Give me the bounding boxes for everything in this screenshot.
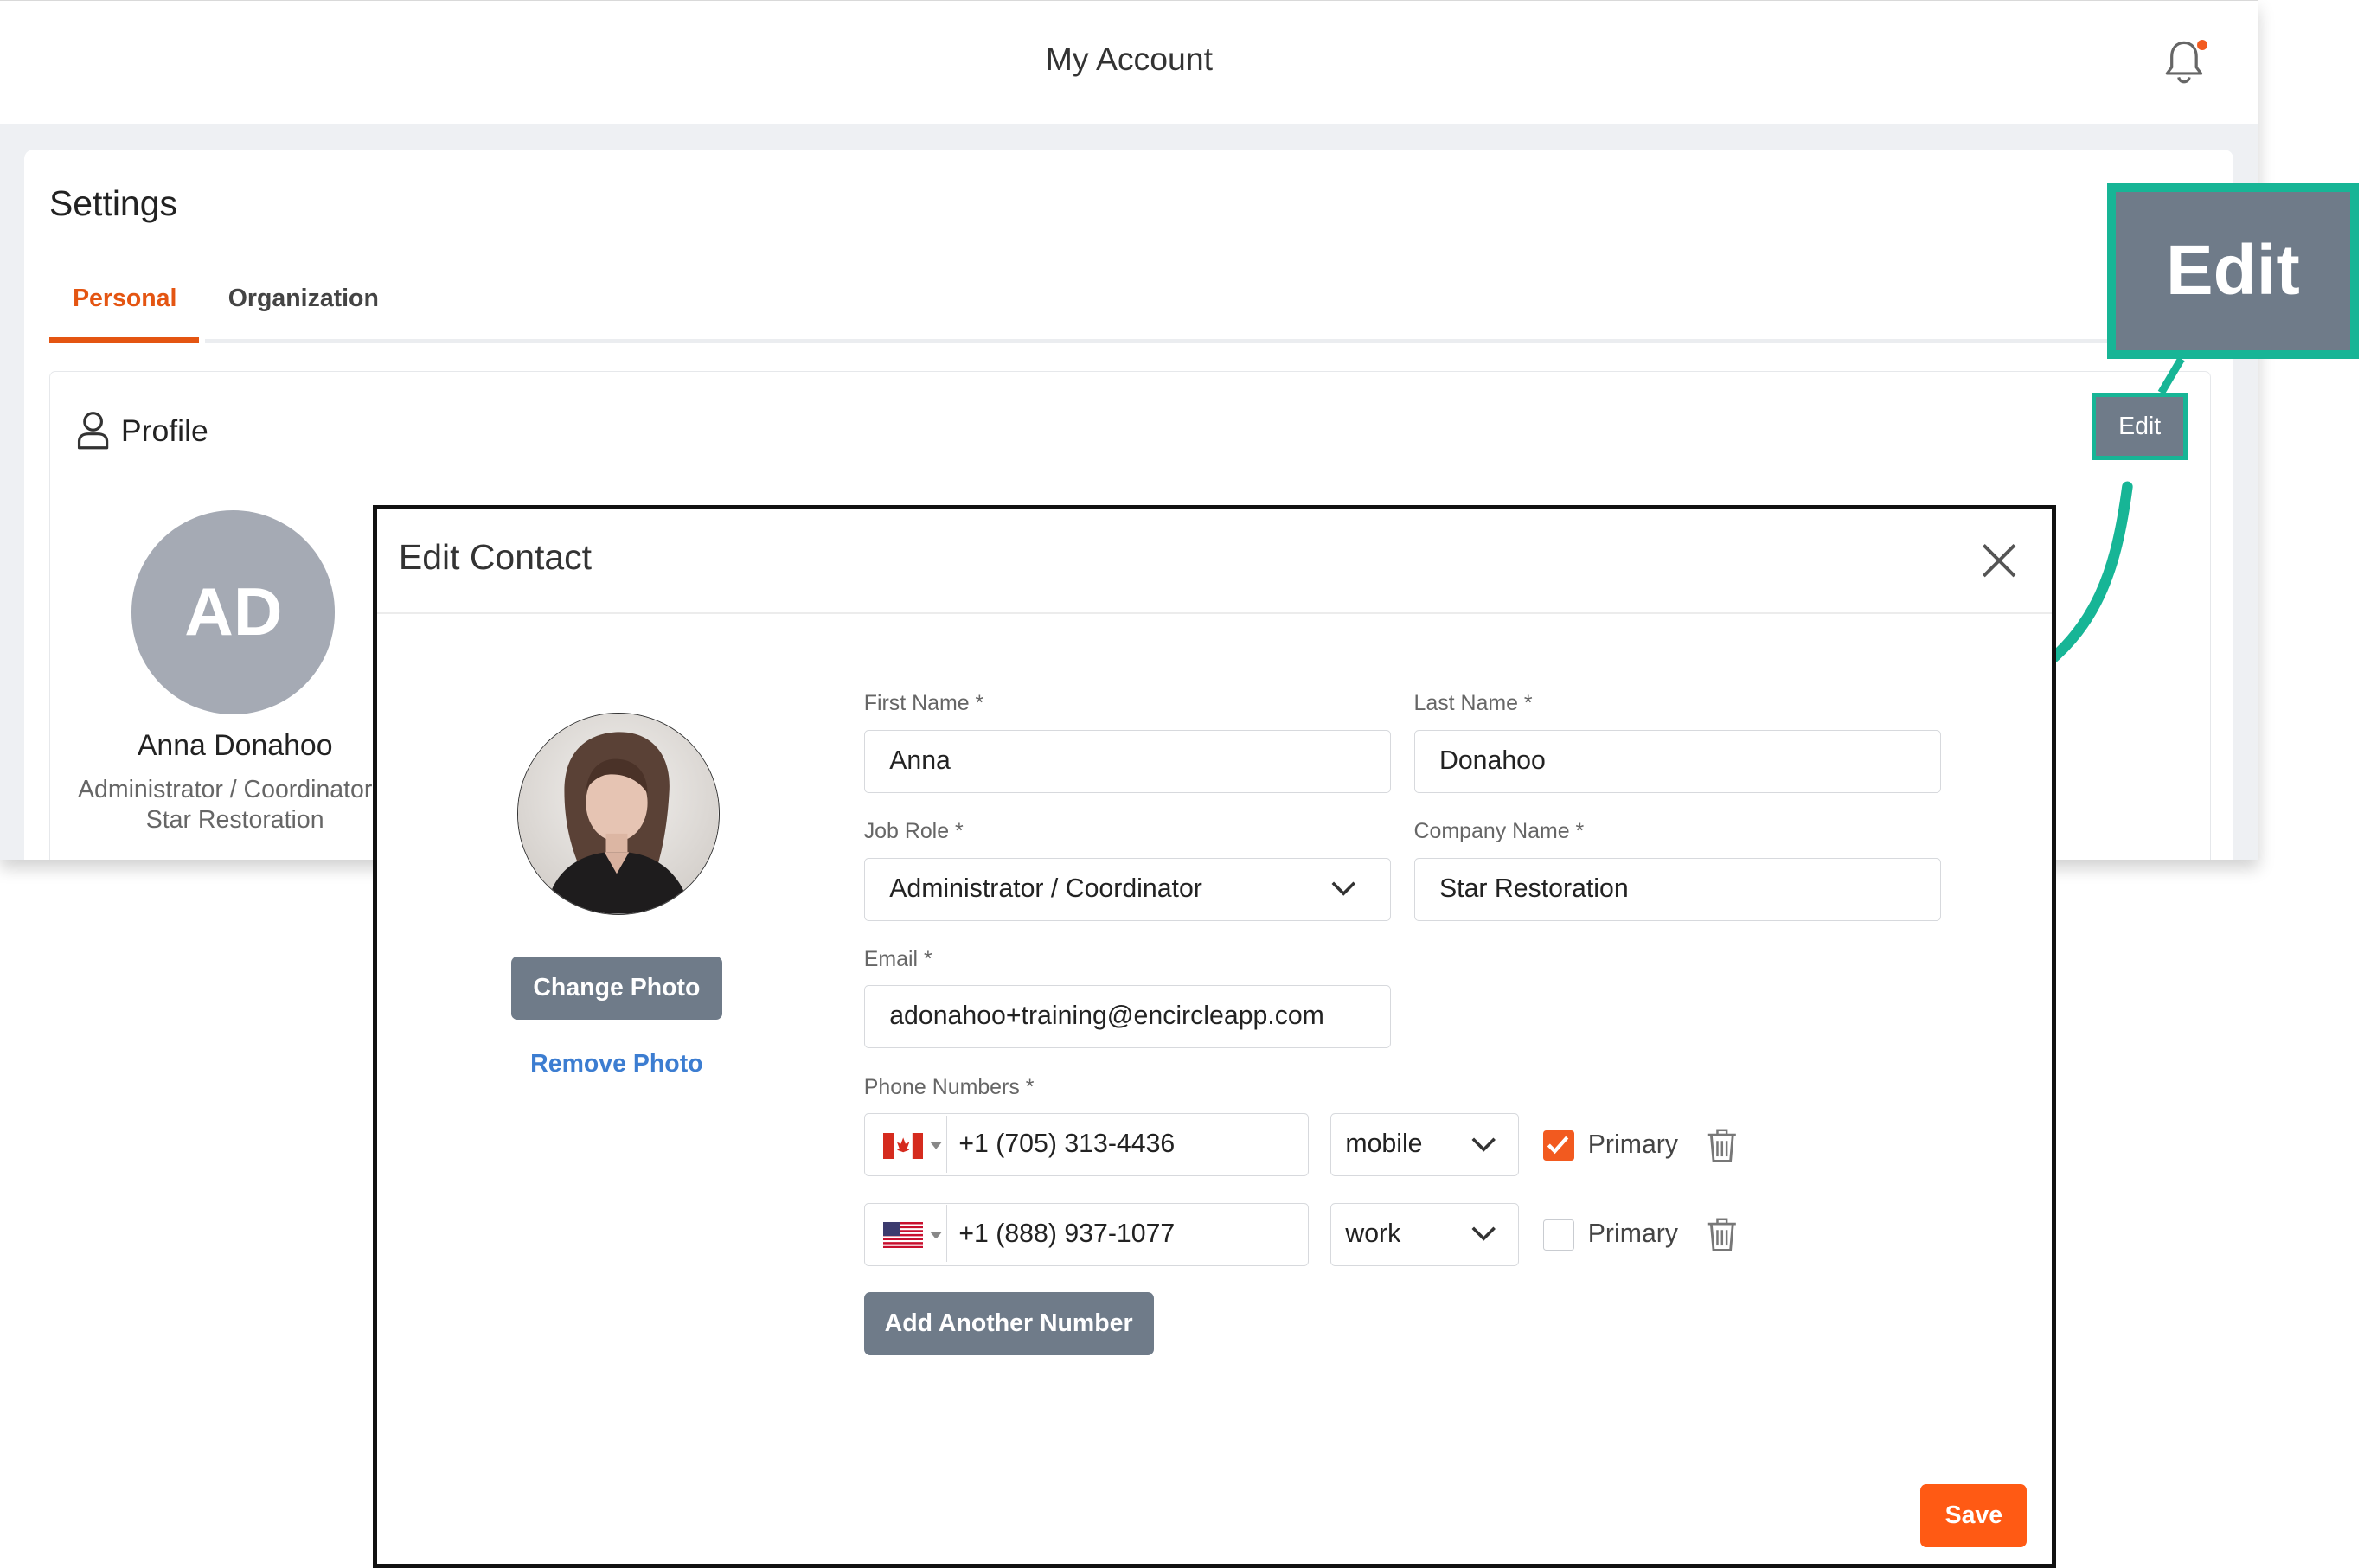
country-select[interactable] — [866, 1116, 948, 1173]
trash-icon[interactable] — [1707, 1129, 1738, 1162]
add-another-number-button[interactable]: Add Another Number — [863, 1291, 1154, 1355]
settings-title: Settings — [48, 182, 177, 223]
edit-callout: Edit — [2107, 182, 2359, 359]
profile-edit-button[interactable]: Edit — [2092, 393, 2188, 461]
active-tab-indicator — [48, 337, 199, 344]
canada-flag-icon — [883, 1132, 924, 1159]
top-bar: My Account — [0, 0, 2258, 125]
tab-organization[interactable]: Organization — [207, 285, 400, 313]
phone-type-select[interactable]: mobile — [1330, 1113, 1519, 1177]
phone-input[interactable]: +1 (888) 937-1077 — [863, 1202, 1310, 1266]
user-icon — [78, 411, 109, 450]
first-name-value: Anna — [889, 746, 951, 775]
portrait-image — [518, 714, 719, 914]
phone-numbers-label: Phone Numbers * — [863, 1074, 1035, 1099]
profile-role: Administrator / Coordinator — [78, 775, 373, 803]
primary-checkbox[interactable] — [1543, 1130, 1574, 1162]
email-value: adonahoo+training@encircleapp.com — [889, 1002, 1324, 1031]
chevron-down-icon — [1471, 1226, 1496, 1241]
country-select[interactable] — [866, 1205, 948, 1263]
phone-input[interactable]: +1 (705) 313-4436 — [863, 1113, 1310, 1177]
profile-photo — [517, 713, 720, 915]
last-name-value: Donahoo — [1438, 746, 1546, 775]
phone-number-value: +1 (888) 937-1077 — [958, 1219, 1176, 1248]
save-button[interactable]: Save — [1920, 1484, 2028, 1548]
chevron-down-icon — [1331, 881, 1356, 897]
job-role-value: Administrator / Coordinator — [889, 874, 1202, 903]
edit-contact-modal: Edit Contact Change Photo Remove Photo F… — [372, 505, 2057, 1568]
company-name-input[interactable]: Star Restoration — [1413, 857, 1941, 921]
modal-header-divider — [376, 612, 2052, 615]
page-title: My Account — [1045, 41, 1213, 78]
tabs-divider — [204, 338, 2193, 344]
profile-name: Anna Donahoo — [137, 729, 333, 763]
trash-icon[interactable] — [1707, 1218, 1738, 1252]
avatar: AD — [131, 510, 336, 714]
modal-footer-divider — [376, 1455, 2052, 1457]
email-input[interactable]: adonahoo+training@encircleapp.com — [863, 985, 1391, 1049]
primary-label: Primary — [1587, 1130, 1678, 1159]
primary-checkbox[interactable] — [1543, 1219, 1574, 1251]
first-name-input[interactable]: Anna — [863, 729, 1391, 793]
caret-down-icon — [929, 1142, 942, 1150]
email-label: Email * — [863, 946, 932, 971]
chevron-down-icon — [1471, 1137, 1496, 1152]
company-name-label: Company Name * — [1413, 819, 1585, 844]
notification-dot — [2196, 39, 2208, 50]
close-icon[interactable] — [1979, 541, 2019, 580]
last-name-label: Last Name * — [1413, 691, 1533, 716]
modal-title: Edit Contact — [398, 537, 592, 578]
first-name-label: First Name * — [863, 691, 984, 716]
change-photo-button[interactable]: Change Photo — [510, 956, 722, 1020]
usa-flag-icon — [883, 1221, 924, 1249]
phone-type-select[interactable]: work — [1330, 1202, 1519, 1266]
job-role-select[interactable]: Administrator / Coordinator — [863, 857, 1391, 921]
checkmark-icon — [1547, 1136, 1569, 1155]
phone-type-value: mobile — [1345, 1130, 1423, 1159]
job-role-label: Job Role * — [863, 819, 964, 844]
last-name-input[interactable]: Donahoo — [1413, 729, 1941, 793]
phone-number-value: +1 (705) 313-4436 — [958, 1130, 1176, 1159]
profile-title: Profile — [120, 413, 208, 449]
profile-company: Star Restoration — [145, 806, 324, 835]
primary-label: Primary — [1587, 1219, 1678, 1249]
company-name-value: Star Restoration — [1438, 874, 1629, 903]
remove-photo-link[interactable]: Remove Photo — [511, 1050, 722, 1078]
tab-personal[interactable]: Personal — [49, 285, 201, 313]
caret-down-icon — [929, 1231, 942, 1239]
phone-type-value: work — [1345, 1219, 1401, 1248]
